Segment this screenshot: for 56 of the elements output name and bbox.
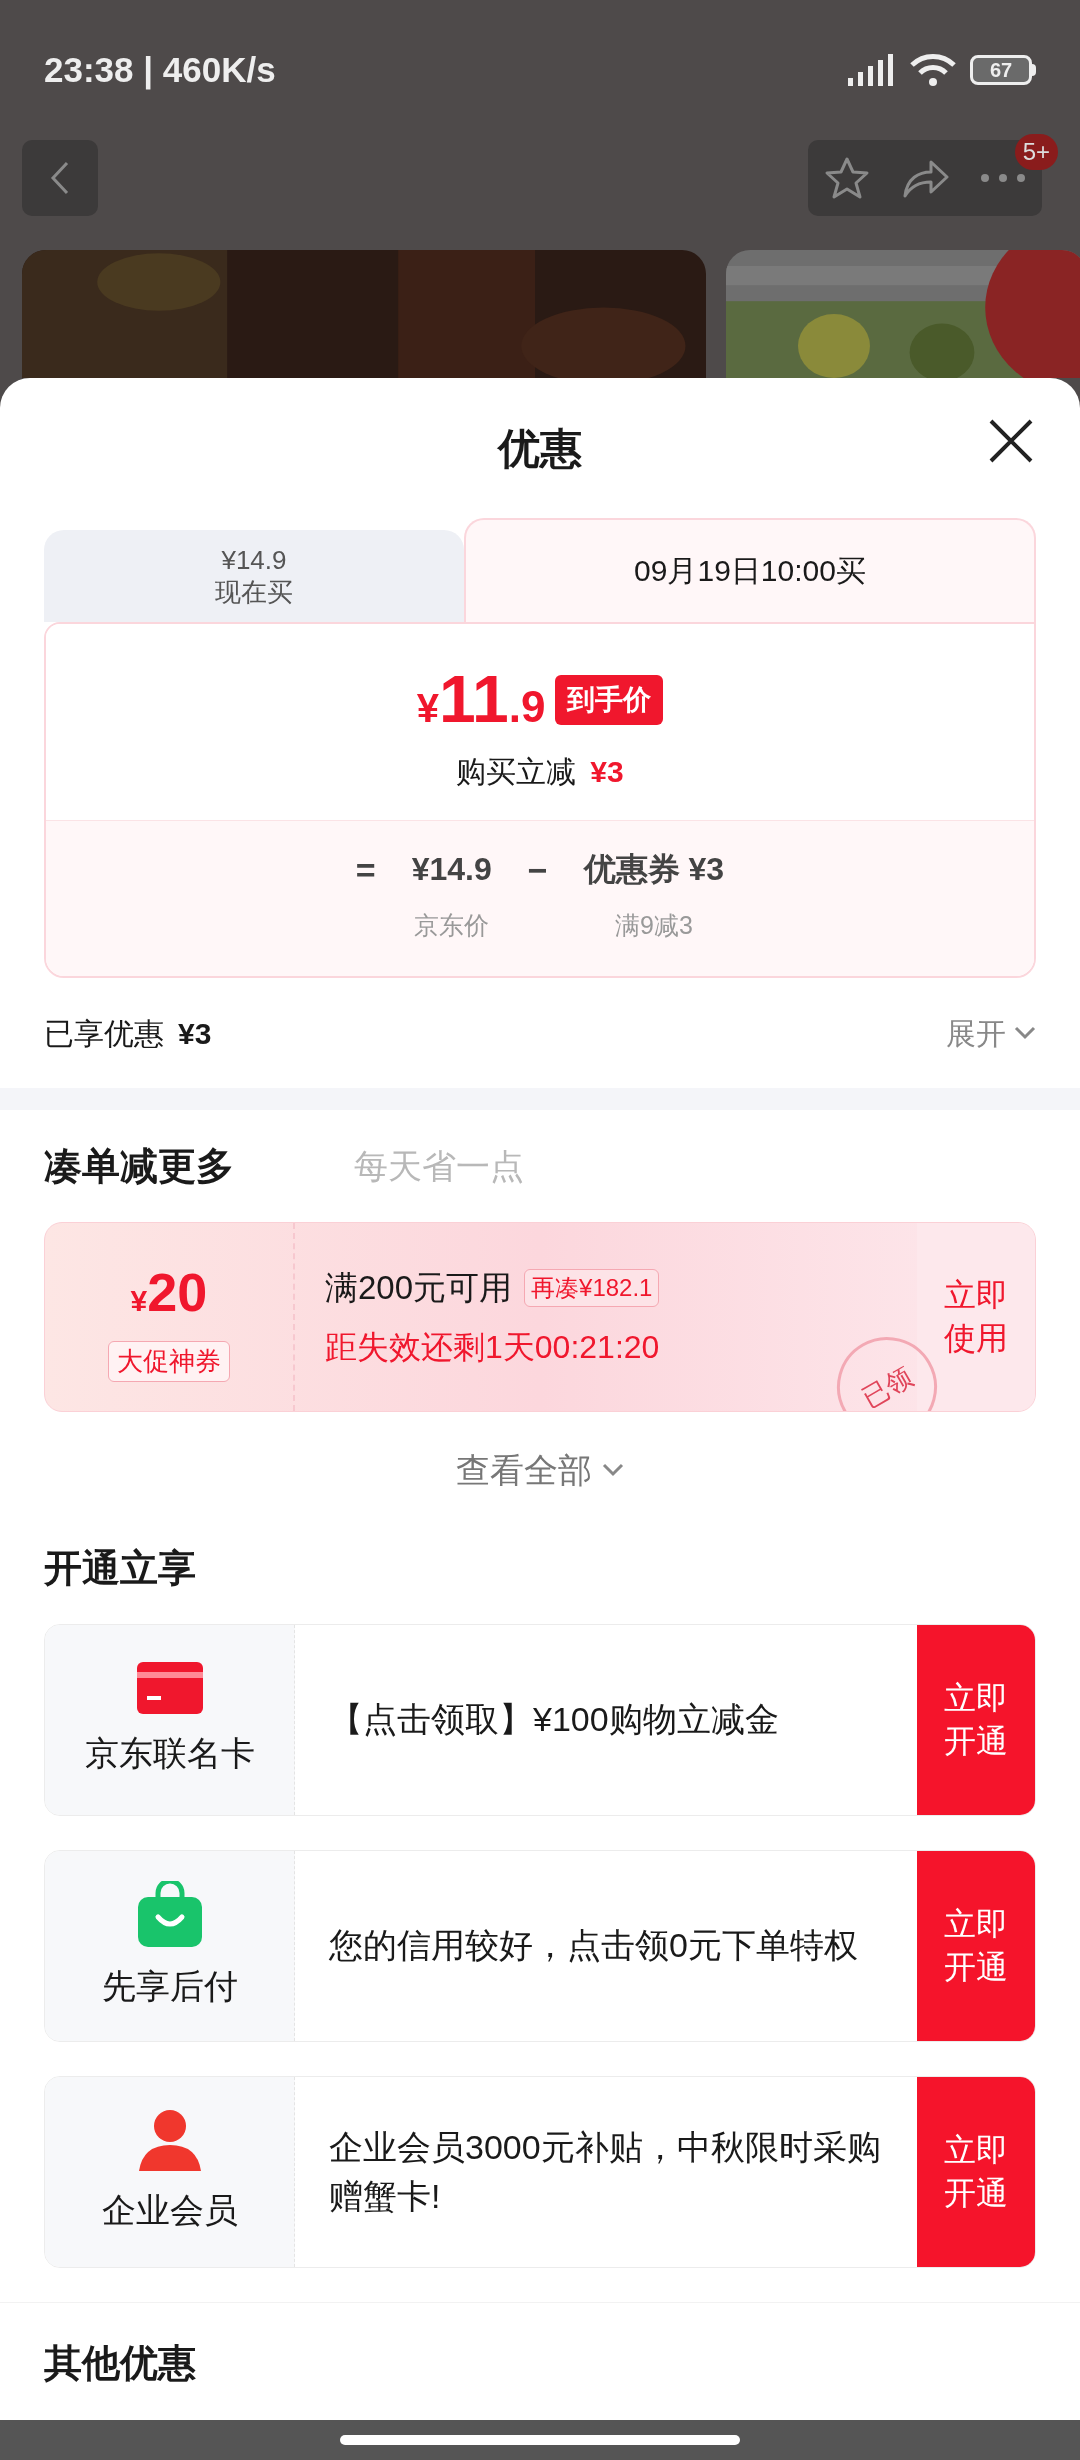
activate-button[interactable]: 立即开通 <box>917 1851 1035 2041</box>
section-title: 开通立享 <box>44 1545 196 1591</box>
bank-card-icon <box>136 1661 203 1714</box>
operator: = <box>355 850 376 891</box>
coupon-tag: 大促神券 <box>108 1341 230 1382</box>
final-price: ¥11.9 <box>416 661 546 738</box>
formula-caption: 满9减3 <box>615 910 693 941</box>
status-time: 23:38 | 460K/s <box>44 48 276 92</box>
service-name: 京东联名卡 <box>84 1732 255 1774</box>
service-description: 企业会员3000元补贴，中秋限时采购赠蟹卡! <box>329 2126 882 2217</box>
instant-cut-label: 购买立减 <box>456 754 577 790</box>
share-button[interactable] <box>901 158 949 198</box>
signal-icon <box>846 52 896 88</box>
wifi-icon <box>910 53 956 87</box>
share-icon <box>901 158 949 198</box>
chevron-icon <box>1014 1026 1036 1040</box>
notification-badge: 5+ <box>1014 134 1058 170</box>
enjoyed-amount: ¥3 <box>178 1015 212 1052</box>
section-title: 其他优惠 <box>44 2341 196 2386</box>
service-description: 您的信用较好，点击领0元下单特权 <box>329 1925 858 1967</box>
service-name: 先享后付 <box>101 1965 238 2007</box>
back-icon <box>50 161 70 195</box>
formula-value: ¥14.9 <box>411 850 492 889</box>
sheet-title: 优惠 <box>498 423 582 474</box>
expand-button[interactable]: 展开 <box>946 1010 1036 1056</box>
favorite-button[interactable] <box>823 156 870 200</box>
more-icon <box>980 173 1027 183</box>
service-name: 企业会员 <box>101 2189 238 2231</box>
chevron-icon <box>602 1463 624 1477</box>
section-title: 凑单减更多 <box>44 1143 234 1189</box>
operator: − <box>527 850 548 891</box>
service-description: 【点击领取】¥100购物立减金 <box>329 1699 779 1741</box>
person-icon <box>136 2108 203 2171</box>
star-icon <box>823 156 870 200</box>
coupon-gap: 再凑¥182.1 <box>524 1269 660 1307</box>
instant-cut-amount: ¥3 <box>590 754 624 790</box>
enjoyed-label: 已享优惠 <box>44 1015 164 1052</box>
activate-button[interactable]: 立即开通 <box>917 1625 1035 1815</box>
formula-caption: 京东价 <box>414 910 490 941</box>
price-tag: 到手价 <box>555 674 664 725</box>
back-button[interactable] <box>22 140 98 216</box>
slogan: 每天省一点 <box>354 1145 524 1187</box>
activate-button[interactable]: 立即开通 <box>917 2077 1035 2267</box>
coupon-condition: 满200元可用 <box>325 1268 513 1309</box>
use-coupon-button[interactable]: 立即使用 <box>917 1223 1035 1411</box>
formula-value: 优惠券 ¥3 <box>583 850 725 889</box>
battery-level: 67 <box>989 60 1013 80</box>
coupon-countdown: 距失效还剩1天00:21:20 <box>325 1327 661 1367</box>
price-tab[interactable]: ¥14.9 现在买 <box>44 530 464 622</box>
shopping-bag-icon <box>137 1880 202 1947</box>
coupon-amount: ¥20 <box>130 1261 208 1324</box>
close-icon <box>988 418 1034 464</box>
price-tab[interactable]: 09月19日10:00买 <box>464 518 1036 622</box>
close-button[interactable] <box>988 418 1034 464</box>
more-button[interactable] <box>980 173 1027 183</box>
view-all-button[interactable]: 查看全部 <box>456 1444 624 1496</box>
